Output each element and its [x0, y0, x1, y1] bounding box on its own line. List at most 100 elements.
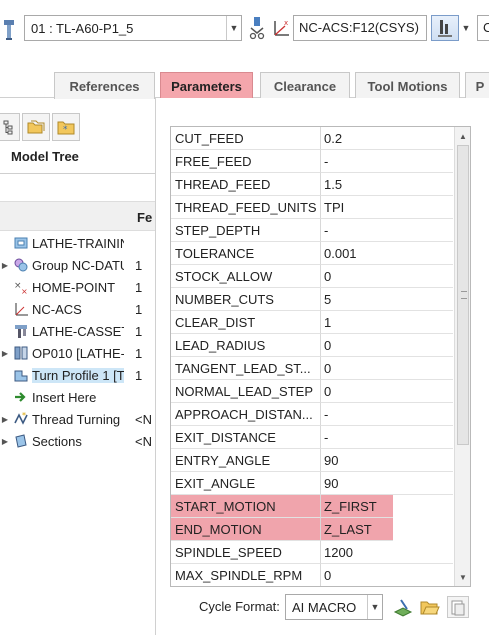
- parameter-value[interactable]: TPI: [321, 196, 453, 219]
- parameter-row[interactable]: CLEAR_DIST 1: [171, 311, 453, 334]
- tree-item[interactable]: Turn Profile 1 [T 1: [0, 364, 156, 386]
- tree-item-label[interactable]: Turn Profile 1 [T: [32, 367, 124, 383]
- scrollbar-thumb[interactable]: [457, 145, 469, 445]
- parameter-row[interactable]: STEP_DEPTH -: [171, 219, 453, 242]
- parameter-value[interactable]: Z_FIRST: [321, 495, 393, 518]
- parameter-value[interactable]: 0.001: [321, 242, 453, 265]
- parameter-value[interactable]: -: [321, 219, 453, 242]
- parameters-scrollbar[interactable]: ▲ ▼: [454, 127, 470, 586]
- chevron-down-icon[interactable]: ▼: [367, 595, 382, 619]
- tab-truncated[interactable]: P: [465, 72, 489, 99]
- tree-item-label[interactable]: LATHE-TRAINING.A: [32, 236, 124, 251]
- expand-arrow-icon[interactable]: ▶: [0, 415, 10, 424]
- parameter-name: EXIT_ANGLE: [171, 472, 321, 495]
- parameter-value[interactable]: 0.2: [321, 127, 453, 150]
- tool-select[interactable]: 01 : TL-A60-P1_5 ▼: [24, 15, 242, 41]
- parameter-name: FREE_FEED: [171, 150, 321, 173]
- csys-icon[interactable]: x: [270, 17, 292, 39]
- tree-item[interactable]: ▶ OP010 [LATHE- 1: [0, 342, 156, 364]
- expand-arrow-icon[interactable]: ▶: [0, 349, 10, 358]
- parameter-row[interactable]: SPINDLE_SPEED 1200: [171, 541, 453, 564]
- parameter-row[interactable]: FREE_FEED -: [171, 150, 453, 173]
- tree-item-feature-value: 1: [135, 257, 143, 273]
- edit-cycle-icon[interactable]: [392, 596, 414, 618]
- parameter-value[interactable]: 0: [321, 380, 453, 403]
- folder-browser-tab[interactable]: [22, 113, 50, 141]
- paste-icon[interactable]: [447, 596, 469, 618]
- parameter-row[interactable]: TOLERANCE 0.001: [171, 242, 453, 265]
- favorites-tab[interactable]: *: [52, 113, 80, 141]
- cycle-format-select[interactable]: AI MACRO ▼: [285, 594, 383, 620]
- tree-item-label[interactable]: Insert Here: [32, 390, 124, 405]
- fixture-icon[interactable]: [248, 16, 266, 40]
- tree-item[interactable]: Insert Here: [0, 386, 156, 408]
- parameter-row[interactable]: MAX_SPINDLE_RPM 0: [171, 564, 453, 586]
- chevron-down-icon[interactable]: ▼: [459, 15, 473, 41]
- tree-item-label[interactable]: LATHE-CASSET: [32, 324, 124, 339]
- tree-item[interactable]: LATHE-CASSET 1: [0, 320, 156, 342]
- tree-item-label[interactable]: Thread Turning: [32, 412, 124, 427]
- cycle-format-value: AI MACRO: [292, 599, 357, 615]
- parameter-row[interactable]: APPROACH_DISTAN... -: [171, 403, 453, 426]
- scroll-up-icon[interactable]: ▲: [455, 128, 470, 144]
- tab-references[interactable]: References: [54, 72, 155, 99]
- scroll-down-icon[interactable]: ▼: [455, 569, 470, 585]
- parameter-value[interactable]: 90: [321, 449, 453, 472]
- parameter-value[interactable]: -: [321, 150, 453, 173]
- parameter-row[interactable]: NUMBER_CUTS 5: [171, 288, 453, 311]
- parameter-row[interactable]: CUT_FEED 0.2: [171, 127, 453, 150]
- parameter-value[interactable]: 0: [321, 357, 453, 380]
- graph-toggle-button[interactable]: [431, 15, 459, 41]
- tab-parameters[interactable]: Parameters: [160, 72, 253, 99]
- tree-item[interactable]: ▶ * Thread Turning <N: [0, 408, 156, 430]
- tree-item-feature-value: 1: [135, 279, 143, 295]
- parameter-value[interactable]: -: [321, 403, 453, 426]
- tool-icon[interactable]: [2, 19, 16, 41]
- parameter-row[interactable]: ENTRY_ANGLE 90: [171, 449, 453, 472]
- assembly-icon: [13, 235, 29, 251]
- parameter-value[interactable]: 5: [321, 288, 453, 311]
- tree-item-label[interactable]: OP010 [LATHE-: [32, 346, 124, 361]
- parameter-value[interactable]: -: [321, 426, 453, 449]
- parameter-value[interactable]: 90: [321, 472, 453, 495]
- parameter-value[interactable]: 0: [321, 564, 453, 586]
- feature-column-header[interactable]: Fe: [137, 210, 152, 225]
- tree-item[interactable]: ▶ Sections <N: [0, 430, 156, 452]
- parameter-row[interactable]: STOCK_ALLOW 0: [171, 265, 453, 288]
- tree-item-label[interactable]: HOME-POINT: [32, 280, 124, 295]
- tree-item[interactable]: ▶ Group NC-DATU 1: [0, 254, 156, 276]
- open-folder-icon[interactable]: [419, 596, 441, 618]
- tree-item-feature-value: 1: [135, 367, 143, 383]
- tree-item-label[interactable]: Group NC-DATU: [32, 258, 124, 273]
- expand-arrow-icon[interactable]: ▶: [0, 437, 10, 446]
- workcell-icon: [13, 323, 29, 339]
- tree-item[interactable]: LATHE-TRAINING.A: [0, 232, 156, 254]
- parameter-row[interactable]: NORMAL_LEAD_STEP 0: [171, 380, 453, 403]
- tab-clearance[interactable]: Clearance: [260, 72, 350, 99]
- parameter-name: MAX_SPINDLE_RPM: [171, 564, 321, 586]
- parameter-value[interactable]: 1.5: [321, 173, 453, 196]
- parameter-value[interactable]: 0: [321, 265, 453, 288]
- parameter-row[interactable]: START_MOTION Z_FIRST: [171, 495, 453, 518]
- truncated-control[interactable]: C: [477, 15, 489, 41]
- parameter-value[interactable]: Z_LAST: [321, 518, 393, 541]
- parameter-row[interactable]: THREAD_FEED_UNITS TPI: [171, 196, 453, 219]
- expand-arrow-icon[interactable]: ▶: [0, 261, 10, 270]
- parameter-value[interactable]: 1200: [321, 541, 453, 564]
- parameter-row[interactable]: EXIT_DISTANCE -: [171, 426, 453, 449]
- parameter-row[interactable]: TANGENT_LEAD_ST... 0: [171, 357, 453, 380]
- parameter-value[interactable]: 0: [321, 334, 453, 357]
- model-tree-tab[interactable]: [0, 113, 20, 141]
- tab-tool-motions[interactable]: Tool Motions: [355, 72, 460, 99]
- parameter-row[interactable]: END_MOTION Z_LAST: [171, 518, 453, 541]
- parameter-value[interactable]: 1: [321, 311, 453, 334]
- parameter-row[interactable]: EXIT_ANGLE 90: [171, 472, 453, 495]
- tree-item-label[interactable]: NC-ACS: [32, 302, 124, 317]
- tree-item[interactable]: × × HOME-POINT 1: [0, 276, 156, 298]
- tree-item-label[interactable]: Sections: [32, 434, 124, 449]
- tree-item[interactable]: NC-ACS 1: [0, 298, 156, 320]
- chevron-down-icon[interactable]: ▼: [226, 16, 241, 40]
- csys-field[interactable]: NC-ACS:F12(CSYS): [293, 15, 427, 41]
- parameter-row[interactable]: THREAD_FEED 1.5: [171, 173, 453, 196]
- parameter-row[interactable]: LEAD_RADIUS 0: [171, 334, 453, 357]
